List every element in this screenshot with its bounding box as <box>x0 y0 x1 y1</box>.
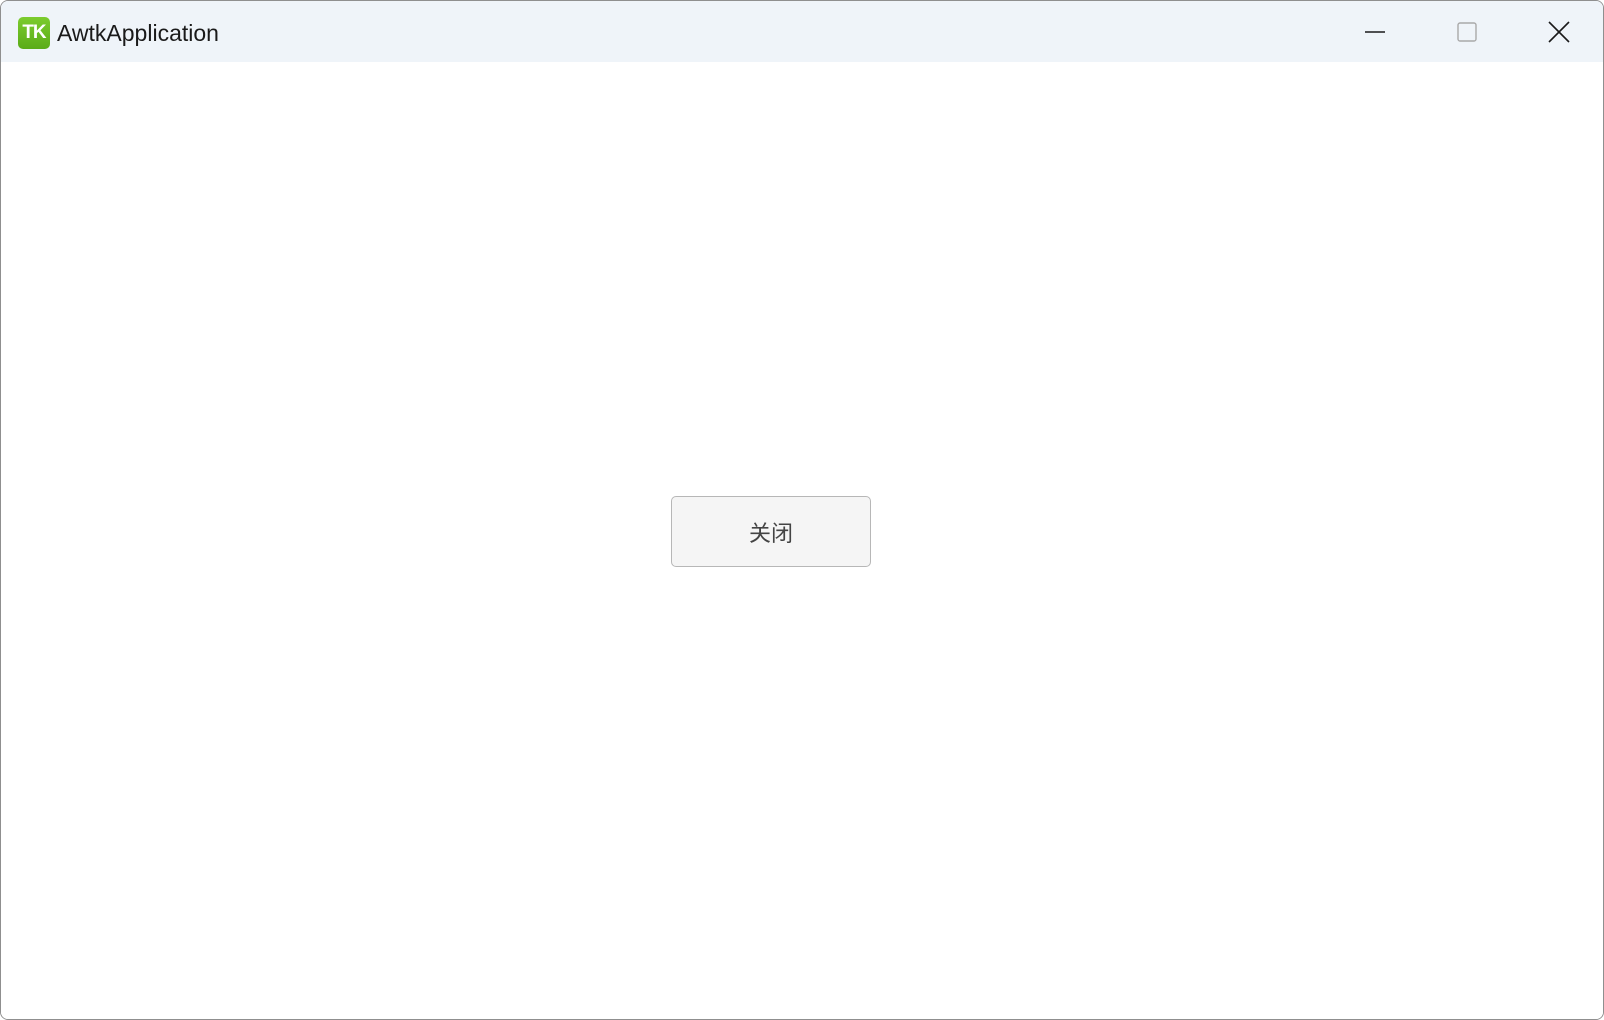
title-bar[interactable]: TK AwtkApplication <box>1 1 1603 62</box>
awtk-app-icon: TK <box>18 17 50 49</box>
minimize-icon <box>1365 30 1385 33</box>
close-button[interactable]: 关闭 <box>671 496 871 567</box>
main-content: 关闭 <box>1 62 1603 1019</box>
close-icon <box>1548 20 1570 43</box>
window-close-button[interactable] <box>1513 1 1603 62</box>
app-icon-label: TK <box>22 22 46 43</box>
minimize-button[interactable] <box>1329 1 1421 62</box>
app-window: TK AwtkApplication 关闭 <box>0 0 1604 1020</box>
maximize-button[interactable] <box>1421 1 1513 62</box>
maximize-icon <box>1457 21 1477 42</box>
window-title: AwtkApplication <box>57 20 219 46</box>
